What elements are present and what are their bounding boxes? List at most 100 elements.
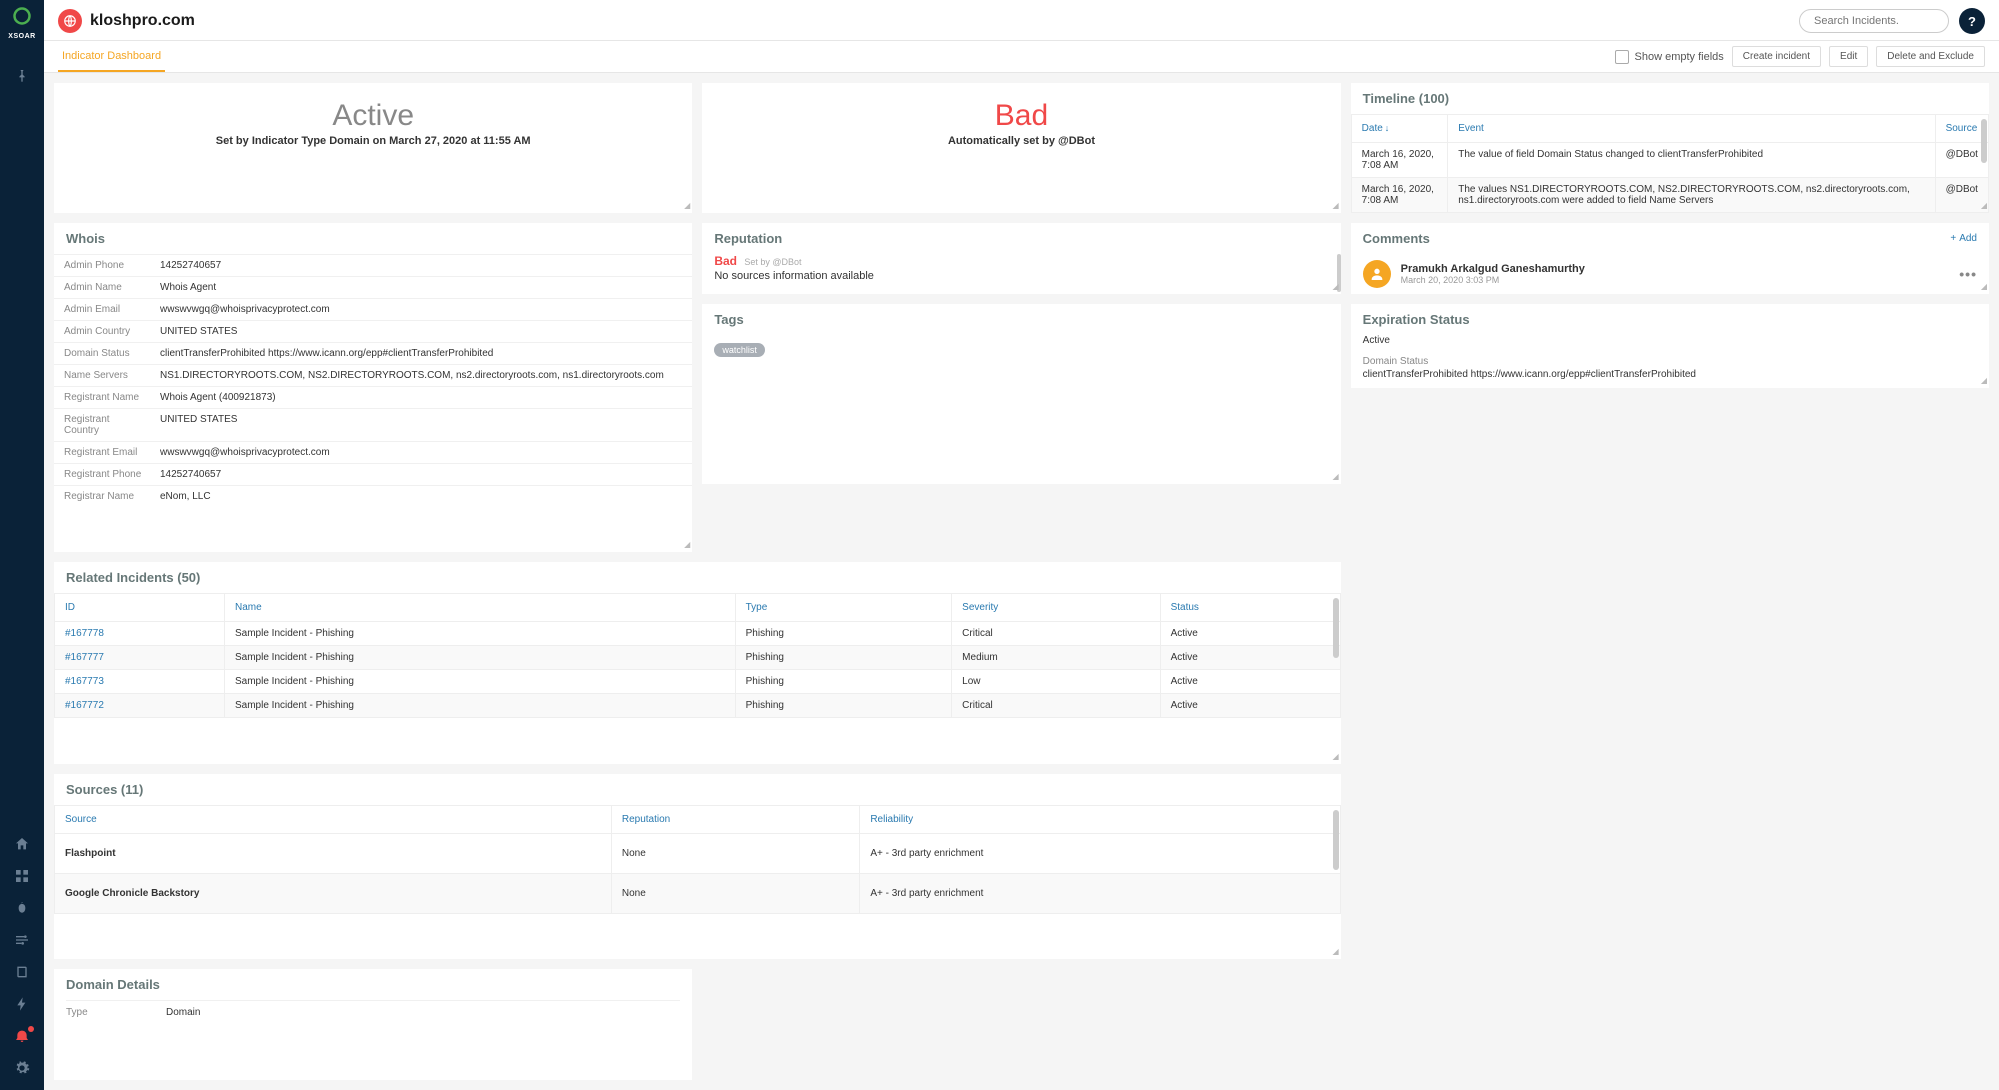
edit-button[interactable]: Edit xyxy=(1829,46,1868,67)
globe-icon xyxy=(58,9,82,33)
related-incidents-panel: Related Incidents (50) ID Name Type Seve… xyxy=(54,562,1341,764)
whois-value: eNom, LLC xyxy=(154,489,692,504)
whois-value: Whois Agent (400921873) xyxy=(154,390,692,405)
whois-label: Admin Name xyxy=(54,280,154,295)
timeline-panel: Timeline (100) Date↓ Event Source March … xyxy=(1351,83,1989,213)
sliders-icon[interactable] xyxy=(14,932,30,948)
incident-link[interactable]: #167772 xyxy=(65,700,104,711)
table-row[interactable]: Google Chronicle BackstoryNoneA+ - 3rd p… xyxy=(55,873,1341,913)
domain-details-header: Domain Details xyxy=(54,969,692,1000)
whois-row: Registrar NameeNom, LLC xyxy=(54,485,692,507)
th-date[interactable]: Date↓ xyxy=(1351,115,1448,143)
plus-icon: + xyxy=(1950,233,1956,244)
tag-chip[interactable]: watchlist xyxy=(714,343,765,357)
whois-label: Admin Country xyxy=(54,324,154,339)
incident-link[interactable]: #167773 xyxy=(65,676,104,687)
th-severity[interactable]: Severity xyxy=(952,594,1160,622)
whois-label: Domain Status xyxy=(54,346,154,361)
scrollbar[interactable] xyxy=(1333,598,1339,658)
comment-date: March 20, 2020 3:03 PM xyxy=(1401,275,1585,285)
th-reliability[interactable]: Reliability xyxy=(860,805,1340,833)
whois-row: Admin CountryUNITED STATES xyxy=(54,320,692,342)
resize-handle[interactable] xyxy=(1333,947,1339,957)
table-row[interactable]: March 16, 2020, 7:08 AMThe values NS1.DI… xyxy=(1351,178,1988,213)
status-bad-panel: Bad Automatically set by @DBot xyxy=(702,83,1340,213)
th-status[interactable]: Status xyxy=(1160,594,1340,622)
whois-row: Registrant Emailwwswvwgq@whoisprivacypro… xyxy=(54,441,692,463)
help-button[interactable]: ? xyxy=(1959,8,1985,34)
gear-icon[interactable] xyxy=(14,1060,30,1076)
table-row[interactable]: #167772Sample Incident - PhishingPhishin… xyxy=(55,694,1341,718)
pin-icon[interactable] xyxy=(14,68,30,84)
home-icon[interactable] xyxy=(14,836,30,852)
scrollbar[interactable] xyxy=(1981,119,1987,163)
whois-label: Registrant Country xyxy=(54,412,154,438)
tab-indicator-dashboard[interactable]: Indicator Dashboard xyxy=(58,42,165,72)
whois-value: UNITED STATES xyxy=(154,412,692,438)
whois-label: Registrant Name xyxy=(54,390,154,405)
resize-handle[interactable] xyxy=(1333,472,1339,482)
whois-row: Admin Emailwwswvwgq@whoisprivacyprotect.… xyxy=(54,298,692,320)
table-row[interactable]: #167777Sample Incident - PhishingPhishin… xyxy=(55,646,1341,670)
resize-handle[interactable] xyxy=(1981,376,1987,386)
expiration-panel: Expiration Status Active Domain Status c… xyxy=(1351,304,1989,388)
show-empty-fields-toggle[interactable]: Show empty fields xyxy=(1615,50,1724,64)
delete-exclude-button[interactable]: Delete and Exclude xyxy=(1876,46,1985,67)
resize-handle[interactable] xyxy=(684,201,690,211)
expiration-header: Expiration Status xyxy=(1351,304,1989,335)
whois-value: UNITED STATES xyxy=(154,324,692,339)
whois-label: Registrant Phone xyxy=(54,467,154,482)
comment-author: Pramukh Arkalgud Ganeshamurthy xyxy=(1401,263,1585,275)
comment-menu-icon[interactable]: ••• xyxy=(1959,266,1977,282)
tags-header: Tags xyxy=(702,304,1340,335)
th-name[interactable]: Name xyxy=(225,594,736,622)
related-incidents-header: Related Incidents (50) xyxy=(54,562,1341,593)
th-event[interactable]: Event xyxy=(1448,115,1935,143)
apple-icon[interactable] xyxy=(14,900,30,916)
table-row[interactable]: FlashpointNoneA+ - 3rd party enrichment xyxy=(55,833,1341,873)
incident-link[interactable]: #167777 xyxy=(65,652,104,663)
resize-handle[interactable] xyxy=(1333,201,1339,211)
resize-handle[interactable] xyxy=(1333,752,1339,762)
checkbox-icon xyxy=(1615,50,1629,64)
whois-value: 14252740657 xyxy=(154,258,692,273)
whois-label: Registrant Email xyxy=(54,445,154,460)
xsoar-logo-icon[interactable] xyxy=(12,6,32,31)
add-comment-button[interactable]: + Add xyxy=(1950,233,1977,244)
domain-details-panel: Domain Details TypeDomain xyxy=(54,969,692,1080)
th-type[interactable]: Type xyxy=(735,594,952,622)
th-id[interactable]: ID xyxy=(55,594,225,622)
status-bad-subtitle: Automatically set by @DBot xyxy=(712,135,1330,147)
th-source[interactable]: Source xyxy=(55,805,612,833)
whois-row: Name ServersNS1.DIRECTORYROOTS.COM, NS2.… xyxy=(54,364,692,386)
alert-icon[interactable] xyxy=(14,1028,30,1044)
resize-handle[interactable] xyxy=(1981,282,1987,292)
whois-value: Whois Agent xyxy=(154,280,692,295)
whois-row: Registrant CountryUNITED STATES xyxy=(54,408,692,441)
incident-link[interactable]: #167778 xyxy=(65,628,104,639)
sidebar: XSOAR xyxy=(0,0,44,1090)
resize-handle[interactable] xyxy=(1333,282,1339,292)
book-icon[interactable] xyxy=(14,964,30,980)
table-row[interactable]: #167773Sample Incident - PhishingPhishin… xyxy=(55,670,1341,694)
resize-handle[interactable] xyxy=(1981,201,1987,211)
bolt-icon[interactable] xyxy=(14,996,30,1012)
table-row[interactable]: #167778Sample Incident - PhishingPhishin… xyxy=(55,622,1341,646)
search-input[interactable] xyxy=(1799,9,1949,33)
dashboard-icon[interactable] xyxy=(14,868,30,884)
avatar xyxy=(1363,260,1391,288)
whois-row: Registrant Phone14252740657 xyxy=(54,463,692,485)
scrollbar[interactable] xyxy=(1333,810,1339,870)
create-incident-button[interactable]: Create incident xyxy=(1732,46,1821,67)
reputation-setby: Set by @DBot xyxy=(744,257,801,267)
domain-status-label: Domain Status xyxy=(1363,356,1977,367)
table-row[interactable]: March 16, 2020, 7:08 AMThe value of fiel… xyxy=(1351,143,1988,178)
whois-row: Admin Phone14252740657 xyxy=(54,254,692,276)
whois-label: Admin Phone xyxy=(54,258,154,273)
dd-row: TypeDomain xyxy=(66,1000,680,1024)
whois-value: 14252740657 xyxy=(154,467,692,482)
tags-panel: Tags watchlist xyxy=(702,304,1340,484)
th-reputation[interactable]: Reputation xyxy=(611,805,859,833)
whois-value: clientTransferProhibited https://www.ica… xyxy=(154,346,692,361)
resize-handle[interactable] xyxy=(684,540,690,550)
